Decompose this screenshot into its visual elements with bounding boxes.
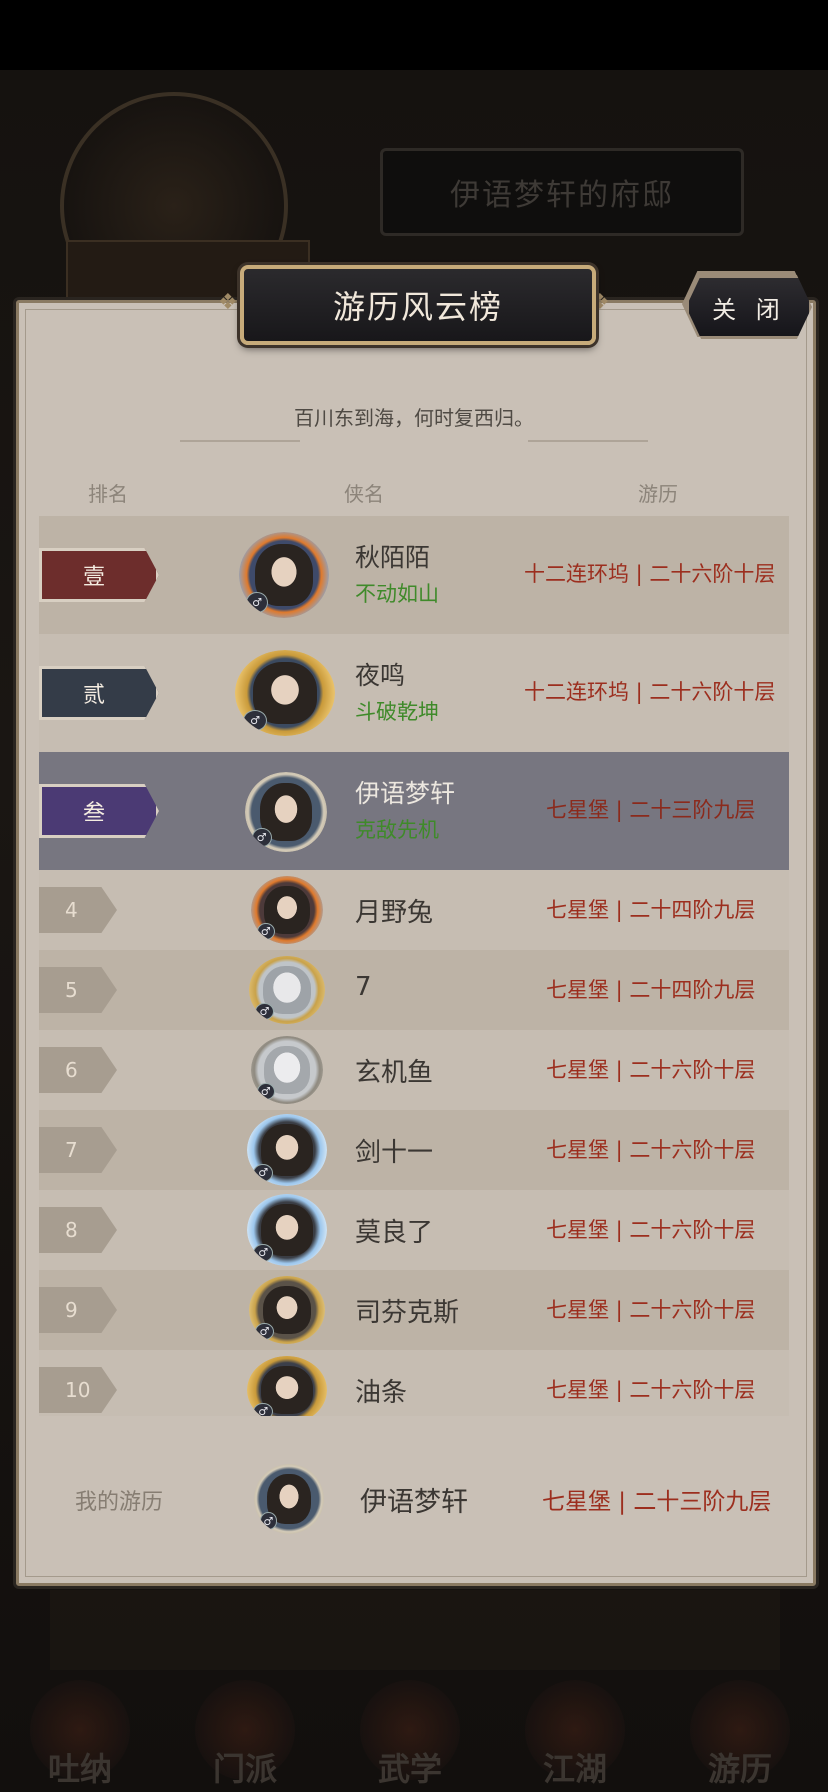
- table-row[interactable]: 8 ♂ 莫良了 七星堡 | 二十六阶十层: [39, 1190, 789, 1270]
- rank-label: 4: [39, 887, 117, 933]
- rank-badge: 贰: [39, 666, 159, 720]
- male-icon: ♂: [256, 1082, 275, 1100]
- my-avatar[interactable]: ♂: [254, 1464, 324, 1534]
- avatar[interactable]: ♂: [251, 876, 323, 944]
- player-name: 伊语梦轩: [355, 779, 456, 808]
- nav-label: 武学: [377, 1750, 442, 1788]
- table-row[interactable]: 贰 ♂ 夜鸣 斗破乾坤 十二连环坞 | 二十六阶十层: [39, 634, 789, 752]
- player-name: 夜鸣: [355, 661, 406, 690]
- table-row[interactable]: 壹 ♂ 秋陌陌 不动如山 十二连环坞 | 二十六阶十层: [39, 516, 789, 634]
- avatar[interactable]: ♂: [247, 1356, 327, 1416]
- rank-label: 6: [39, 1047, 117, 1093]
- avatar[interactable]: ♂: [235, 650, 335, 736]
- male-icon: ♂: [255, 1002, 274, 1020]
- nav-label: 门派: [212, 1750, 277, 1788]
- male-icon: ♂: [253, 1402, 273, 1416]
- avatar[interactable]: ♂: [245, 772, 327, 852]
- player-title: 克敌先机: [355, 818, 439, 842]
- male-icon: ♂: [255, 1322, 274, 1340]
- avatar[interactable]: ♂: [249, 1276, 325, 1344]
- table-row-self[interactable]: 叁 ♂ 伊语梦轩 克敌先机 七星堡 | 二十三阶九层: [39, 752, 789, 870]
- player-title: 不动如山: [355, 582, 439, 606]
- column-header-rank: 排名: [88, 482, 128, 506]
- progress-text: 七星堡 | 二十三阶九层: [546, 798, 756, 822]
- player-name: 月野兔: [355, 898, 434, 928]
- progress-text: 七星堡 | 二十六阶十层: [546, 1218, 756, 1242]
- rank-label: 8: [39, 1207, 117, 1253]
- table-row[interactable]: 5 ♂ 7 七星堡 | 二十四阶九层: [39, 950, 789, 1030]
- panel-title: 游历风云榜: [332, 288, 503, 326]
- male-icon: ♂: [256, 922, 275, 940]
- player-name: 莫良了: [355, 1218, 434, 1248]
- bottom-nav: 吐纳 门派 武学 江湖 游历: [0, 1670, 828, 1792]
- background-banner-text: 伊语梦轩的府邸: [450, 178, 674, 213]
- progress-text: 十二连环坞 | 二十六阶十层: [524, 562, 776, 586]
- my-rank-label: 我的游历: [75, 1490, 164, 1515]
- nav-item-wuxue[interactable]: 武学: [340, 1680, 480, 1790]
- progress-text: 七星堡 | 二十六阶十层: [546, 1058, 756, 1082]
- avatar[interactable]: ♂: [251, 1036, 323, 1104]
- divider-right: [528, 440, 648, 442]
- rank-label: 10: [39, 1367, 117, 1413]
- nav-item-menpai[interactable]: 门派: [175, 1680, 315, 1790]
- player-name: 秋陌陌: [355, 543, 431, 572]
- male-icon: ♂: [253, 1243, 273, 1262]
- nav-item-tuna[interactable]: 吐纳: [10, 1680, 150, 1790]
- rank-badge: 壹: [39, 548, 159, 602]
- table-row[interactable]: 10 ♂ 油条 七星堡 | 二十六阶十层: [39, 1350, 789, 1416]
- my-player-name: 伊语梦轩: [360, 1487, 468, 1518]
- male-icon: ♂: [243, 709, 267, 731]
- rank-label: 9: [39, 1287, 117, 1333]
- player-name: 玄机鱼: [355, 1058, 434, 1088]
- rank-label: 贰: [82, 683, 105, 708]
- progress-text: 七星堡 | 二十六阶十层: [546, 1378, 756, 1402]
- rank-label: 壹: [82, 565, 105, 590]
- nav-label: 江湖: [542, 1750, 607, 1788]
- progress-text: 十二连环坞 | 二十六阶十层: [524, 680, 776, 704]
- rank-badge: 叁: [39, 784, 159, 838]
- background-strip: [50, 1590, 780, 1670]
- male-icon: ♂: [251, 827, 272, 848]
- background-banner: 伊语梦轩的府邸: [380, 148, 744, 236]
- avatar[interactable]: ♂: [249, 956, 325, 1024]
- avatar[interactable]: ♂: [247, 1194, 327, 1266]
- nav-item-jianghu[interactable]: 江湖: [505, 1680, 645, 1790]
- table-row[interactable]: 6 ♂ 玄机鱼 七星堡 | 二十六阶十层: [39, 1030, 789, 1110]
- table-row[interactable]: 4 ♂ 月野兔 七星堡 | 二十四阶九层: [39, 870, 789, 950]
- rank-label: 5: [39, 967, 117, 1013]
- player-name: 油条: [355, 1378, 408, 1408]
- ranking-list[interactable]: 壹 ♂ 秋陌陌 不动如山 十二连环坞 | 二十六阶十层 贰 ♂ 夜鸣 斗破乾坤 …: [39, 516, 789, 1416]
- avatar[interactable]: ♂: [239, 532, 329, 618]
- close-button[interactable]: 关 闭: [686, 275, 812, 339]
- male-icon: ♂: [246, 591, 268, 613]
- column-header-progress: 游历: [638, 482, 678, 506]
- divider-left: [180, 440, 300, 442]
- player-title: 斗破乾坤: [355, 700, 439, 724]
- progress-text: 七星堡 | 二十六阶十层: [546, 1298, 756, 1322]
- table-row[interactable]: 9 ♂ 司芬克斯 七星堡 | 二十六阶十层: [39, 1270, 789, 1350]
- close-button-label: 关 闭: [712, 295, 786, 324]
- progress-text: 七星堡 | 二十四阶九层: [546, 898, 756, 922]
- panel-title-plate: 游历风云榜: [240, 265, 596, 345]
- avatar[interactable]: ♂: [247, 1114, 327, 1186]
- progress-text: 七星堡 | 二十四阶九层: [546, 978, 756, 1002]
- panel-subtitle: 百川东到海，何时复西归。: [294, 406, 534, 430]
- nav-label: 吐纳: [47, 1750, 112, 1788]
- rank-label: 7: [39, 1127, 117, 1173]
- nav-label: 游历: [707, 1750, 772, 1788]
- player-name: 司芬克斯: [355, 1298, 460, 1328]
- table-row[interactable]: 7 ♂ 剑十一 七星堡 | 二十六阶十层: [39, 1110, 789, 1190]
- player-name: 剑十一: [355, 1138, 434, 1168]
- male-icon: ♂: [253, 1163, 273, 1182]
- nav-item-youli[interactable]: 游历: [670, 1680, 810, 1790]
- male-icon: ♂: [259, 1512, 277, 1530]
- status-bar-area: [0, 0, 828, 70]
- my-progress-text: 七星堡 | 二十三阶九层: [542, 1489, 772, 1515]
- column-header-name: 侠名: [344, 482, 384, 506]
- progress-text: 七星堡 | 二十六阶十层: [546, 1138, 756, 1162]
- rank-label: 叁: [82, 801, 105, 826]
- player-name: 7: [355, 972, 372, 1002]
